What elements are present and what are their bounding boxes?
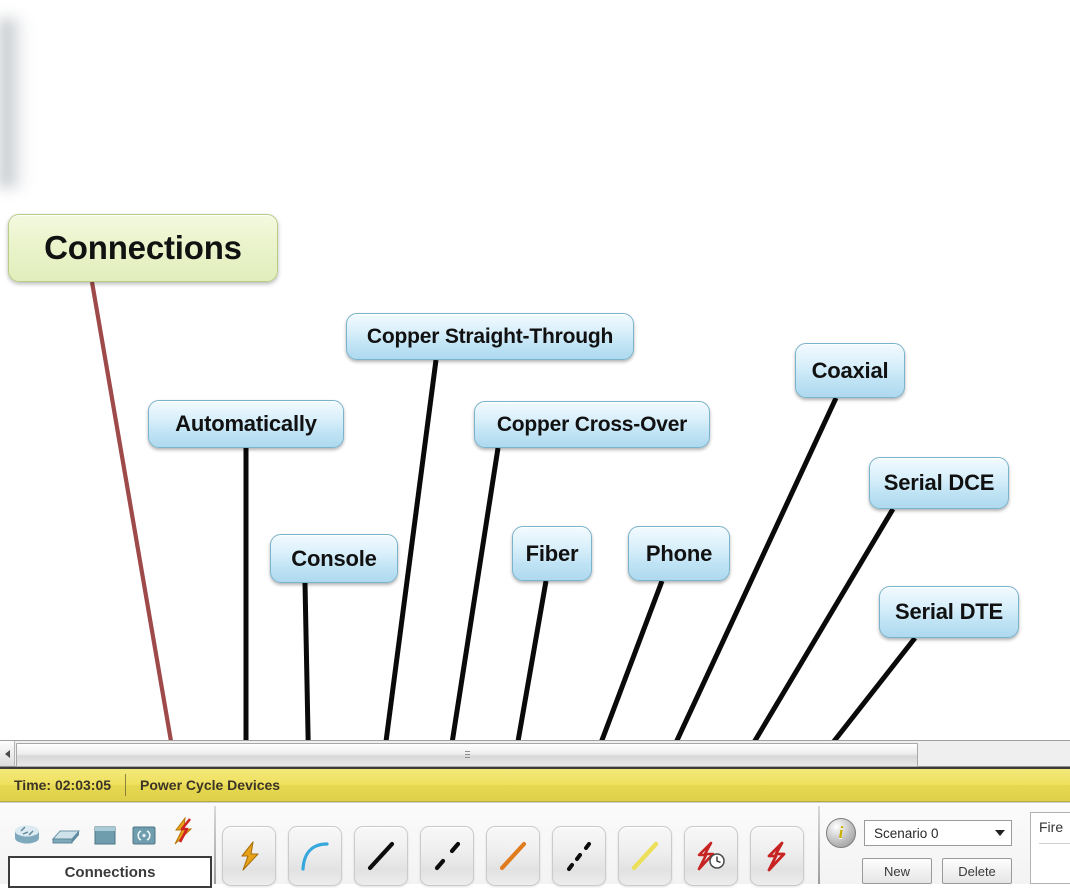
switch-icon[interactable] [51,822,81,848]
background-smudge [0,18,26,188]
fire-divider [1039,843,1070,844]
scenario-panel: i Scenario 0 New Delete [826,806,1016,884]
yellow-line-icon [631,841,659,871]
callout-connections-text: Connections [44,229,242,266]
toolbar-divider [214,806,216,884]
status-separator [125,774,127,796]
fire-label: Fire [1039,819,1064,835]
orange-line-icon [499,841,527,871]
callout-console-text: Console [291,545,377,571]
fire-panel: Fire [1030,812,1070,884]
info-icon: i [826,818,856,848]
callout-phone: Phone [628,526,730,581]
callout-automatically-text: Automatically [175,411,317,436]
status-time: Time: 02:03:05 [14,777,112,793]
serial-dte-connection-tool[interactable] [750,826,804,886]
callout-copper-cross-over-text: Copper Cross-Over [496,412,688,436]
connections-icon[interactable] [168,816,198,848]
black-dashed-icon [434,841,461,871]
callout-fiber: Fiber [512,526,592,581]
callout-fiber-text: Fiber [525,540,579,566]
fiber-connection-tool[interactable] [486,826,540,886]
callout-copper-straight-through-text: Copper Straight-Through [366,324,614,348]
delete-scenario-button[interactable]: Delete [942,858,1012,884]
callout-console: Console [270,534,398,583]
scroll-left-arrow-icon[interactable] [0,741,15,766]
callout-coaxial-text: Coaxial [811,357,889,383]
callout-serial-dte-text: Serial DTE [894,599,1004,624]
callout-serial-dce-text: Serial DCE [883,470,995,495]
black-line-icon [367,841,395,871]
scenario-select-value: Scenario 0 [874,825,939,841]
hub-icon[interactable] [90,822,120,848]
scrollbar-thumb[interactable] [16,743,918,767]
callout-coaxial: Coaxial [795,343,905,398]
power-cycle-devices-button[interactable]: Power Cycle Devices [126,769,294,801]
black-dotted-icon [567,842,591,871]
chevron-down-icon [995,830,1005,836]
red-lightning-clock-icon [697,841,725,871]
screenshot-root: Connections Automatically Console Copper… [0,0,1070,888]
callout-serial-dte: Serial DTE [879,586,1019,638]
callout-automatically: Automatically [148,400,344,448]
new-scenario-button[interactable]: New [862,858,932,884]
copper-straight-connection-tool[interactable] [354,826,408,886]
router-icon[interactable] [12,822,42,848]
callout-serial-dce: Serial DCE [869,457,1009,509]
scenario-divider [818,806,820,884]
scrollbar-grip-icon [464,750,470,760]
lightning-gold-icon [241,841,259,871]
callout-copper-straight-through: Copper Straight-Through [346,313,634,360]
simulation-status-bar: Time: 02:03:05 Power Cycle Devices [0,767,1070,802]
wireless-icon[interactable] [129,822,159,848]
automatic-connection-tool[interactable] [222,826,276,886]
horizontal-scrollbar[interactable] [0,740,1070,767]
copper-cross-connection-tool[interactable] [420,826,474,886]
coaxial-connection-tool[interactable] [618,826,672,886]
device-category-label-box: Connections [8,856,212,888]
console-connection-tool[interactable] [288,826,342,886]
callout-phone-text: Phone [645,540,713,566]
phone-connection-tool[interactable] [552,826,606,886]
connection-tools-toolbar [222,826,804,886]
serial-dce-connection-tool[interactable] [684,826,738,886]
callout-connections: Connections [8,214,278,282]
red-lightning-icon [767,841,786,872]
callout-copper-cross-over: Copper Cross-Over [474,401,710,448]
blue-curve-icon [301,842,329,871]
scenario-select[interactable]: Scenario 0 [864,820,1012,846]
device-category-label: Connections [64,863,156,881]
